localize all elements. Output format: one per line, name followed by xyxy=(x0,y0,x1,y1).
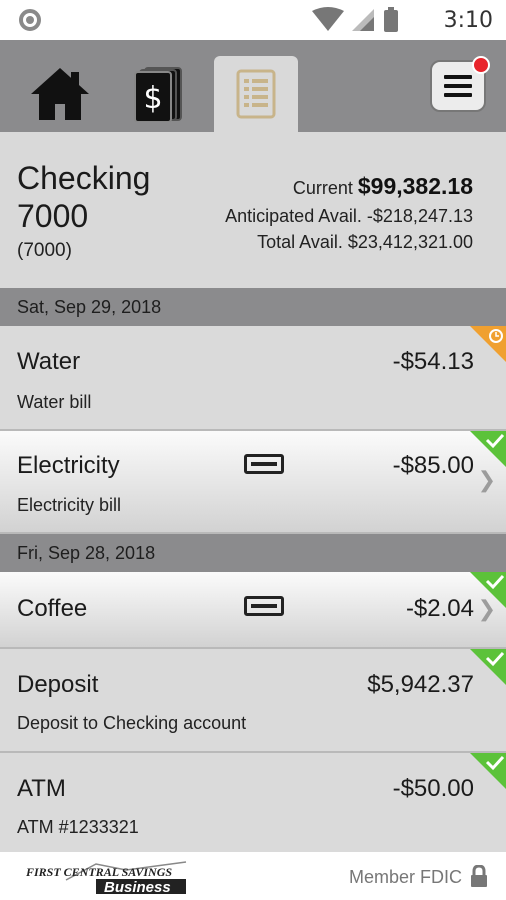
cleared-check-icon xyxy=(470,572,506,608)
transaction-amount: -$85.00 xyxy=(392,452,474,479)
transaction-amount: $5,942.37 xyxy=(367,671,474,698)
transaction-row-electricity[interactable]: Electricity Electricity bill -$85.00 ❯ xyxy=(0,431,506,534)
status-bar: 3:10 xyxy=(0,0,506,40)
logo-top-text: FIRST CENTRAL SAVINGS xyxy=(26,865,172,879)
total-available-balance: Total Avail. $23,412,321.00 xyxy=(257,232,473,252)
home-icon xyxy=(31,68,89,120)
wifi-icon xyxy=(312,7,344,31)
account-summary: Checking 7000 (7000) Current $99,382.18 … xyxy=(0,132,506,288)
current-balance-label: Current xyxy=(292,178,353,198)
transaction-amount: -$50.00 xyxy=(392,775,474,802)
pending-clock-icon xyxy=(470,326,506,362)
tab-accounts[interactable]: $ xyxy=(116,56,200,132)
transaction-title: Electricity xyxy=(17,452,120,479)
transaction-amount: -$54.13 xyxy=(392,348,474,375)
status-icons xyxy=(312,7,398,32)
current-balance-value: $99,382.18 xyxy=(357,173,473,199)
transaction-row-coffee[interactable]: Coffee -$2.04 ❯ xyxy=(0,572,506,649)
transaction-amount: -$2.04 xyxy=(405,595,474,622)
date-header: Fri, Sep 28, 2018 xyxy=(0,534,506,572)
anticipated-balance: Anticipated Avail. -$218,247.13 xyxy=(225,206,473,226)
member-fdic-text: Member FDIC xyxy=(348,867,462,887)
battery-icon xyxy=(384,10,398,32)
transaction-title: Coffee xyxy=(17,595,88,622)
chevron-right-icon: ❯ xyxy=(477,467,496,492)
svg-text:$: $ xyxy=(143,81,162,116)
footer: FIRST CENTRAL SAVINGS Business Member FD… xyxy=(0,852,506,900)
card-icon xyxy=(244,596,284,616)
date-header: Sat, Sep 29, 2018 xyxy=(0,288,506,326)
account-name: Checking 7000 xyxy=(17,160,151,234)
transaction-row-atm[interactable]: ATM ATM #1233321 -$50.00 xyxy=(0,753,506,852)
cleared-check-icon xyxy=(470,431,506,467)
transaction-row-water[interactable]: Water Water bill -$54.13 xyxy=(0,326,506,431)
lock-icon xyxy=(471,865,487,887)
transaction-title: ATM xyxy=(17,775,66,802)
transaction-description: Electricity bill xyxy=(17,495,122,515)
notification-badge xyxy=(472,56,490,74)
transaction-row-deposit[interactable]: Deposit Deposit to Checking account $5,9… xyxy=(0,649,506,753)
card-icon xyxy=(244,454,284,474)
cleared-check-icon xyxy=(470,753,506,789)
tab-home[interactable] xyxy=(18,56,102,132)
register-icon xyxy=(236,69,276,119)
transaction-title: Water xyxy=(17,348,81,375)
transaction-description: ATM #1233321 xyxy=(17,817,139,837)
money-icon: $ xyxy=(134,67,182,122)
hamburger-menu-icon xyxy=(444,75,472,97)
notification-circle-icon xyxy=(19,9,41,31)
bank-logo: FIRST CENTRAL SAVINGS Business xyxy=(26,861,187,894)
logo-bottom-text: Business xyxy=(104,879,171,894)
status-time: 3:10 xyxy=(443,8,493,33)
transaction-title: Deposit xyxy=(17,671,99,698)
account-number: (7000) xyxy=(17,240,72,261)
transaction-description: Deposit to Checking account xyxy=(17,713,247,733)
transaction-description: Water bill xyxy=(17,392,92,412)
current-balance: Current $99,382.18 xyxy=(293,173,473,200)
cleared-check-icon xyxy=(470,649,506,685)
tab-register[interactable] xyxy=(214,56,298,132)
